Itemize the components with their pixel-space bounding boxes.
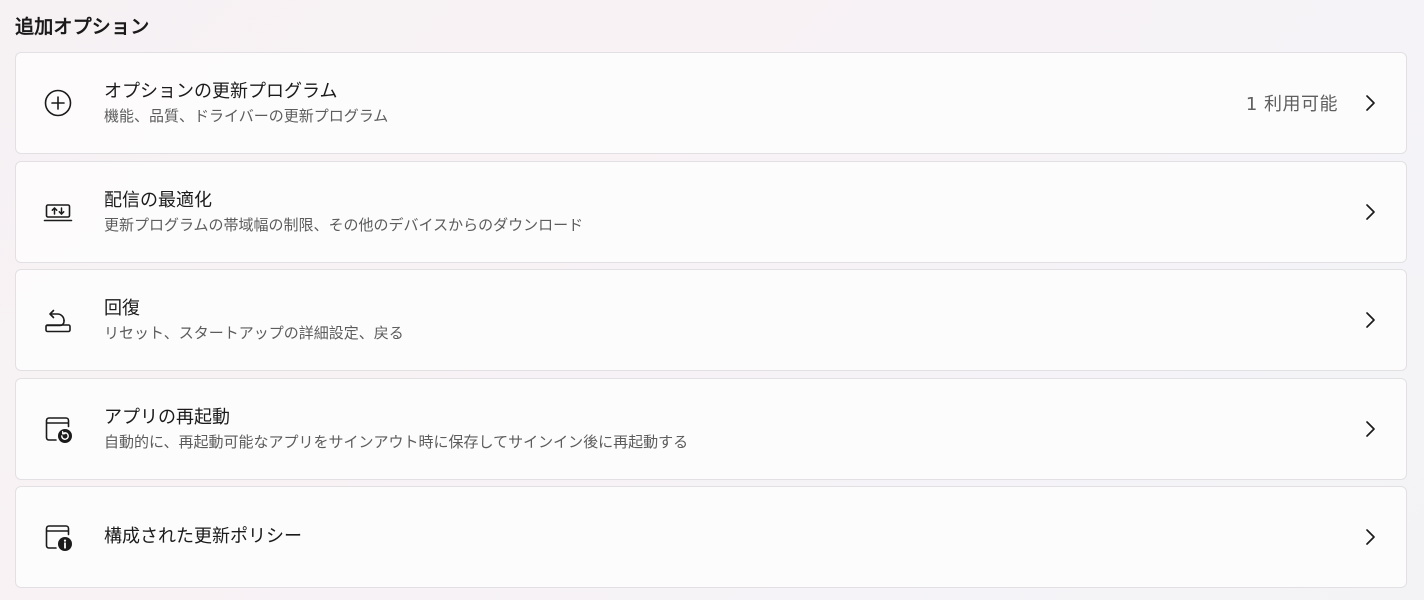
delivery-optimization-title: 配信の最適化 xyxy=(104,189,212,211)
recovery-card[interactable]: 回復 リセット、スタートアップの詳細設定、戻る xyxy=(15,269,1407,371)
optional-updates-status: 1 利用可能 xyxy=(1245,94,1338,115)
recovery-title: 回復 xyxy=(104,297,140,319)
chevron-right-icon xyxy=(1362,202,1380,222)
update-policies-card[interactable]: 構成された更新ポリシー xyxy=(15,486,1407,588)
update-policies-title: 構成された更新ポリシー xyxy=(104,526,302,547)
app-restart-description: 自動的に、再起動可能なアプリをサインアウト時に保存してサインイン後に再起動する xyxy=(104,432,689,451)
app-restart-icon xyxy=(42,413,74,445)
app-restart-text: アプリの再起動 自動的に、再起動可能なアプリをサインアウト時に保存してサインイン… xyxy=(104,379,688,479)
delivery-optimization-icon xyxy=(42,196,74,228)
optional-updates-title: オプションの更新プログラム xyxy=(104,80,338,102)
plus-circle-icon xyxy=(42,87,74,119)
recovery-text: 回復 リセット、スタートアップの詳細設定、戻る xyxy=(104,270,404,370)
recovery-icon xyxy=(42,304,74,336)
chevron-right-icon xyxy=(1362,527,1380,547)
optional-updates-description: 機能、品質、ドライバーの更新プログラム xyxy=(104,106,389,125)
delivery-optimization-card[interactable]: 配信の最適化 更新プログラムの帯域幅の制限、その他のデバイスからのダウンロード xyxy=(15,161,1407,263)
delivery-optimization-text: 配信の最適化 更新プログラムの帯域幅の制限、その他のデバイスからのダウンロード xyxy=(104,162,583,262)
chevron-right-icon xyxy=(1362,419,1380,439)
optional-updates-card[interactable]: オプションの更新プログラム 機能、品質、ドライバーの更新プログラム 1 利用可能 xyxy=(15,52,1407,154)
section-title: 追加オプション xyxy=(15,16,150,38)
policy-info-icon xyxy=(42,521,74,553)
app-restart-title: アプリの再起動 xyxy=(104,406,230,428)
chevron-right-icon xyxy=(1362,310,1380,330)
update-policies-text: 構成された更新ポリシー xyxy=(104,487,302,587)
chevron-right-icon xyxy=(1362,93,1380,113)
app-restart-card[interactable]: アプリの再起動 自動的に、再起動可能なアプリをサインアウト時に保存してサインイン… xyxy=(15,378,1407,480)
recovery-description: リセット、スタートアップの詳細設定、戻る xyxy=(104,323,404,342)
optional-updates-text: オプションの更新プログラム 機能、品質、ドライバーの更新プログラム xyxy=(104,53,388,153)
delivery-optimization-description: 更新プログラムの帯域幅の制限、その他のデバイスからのダウンロード xyxy=(104,215,584,234)
